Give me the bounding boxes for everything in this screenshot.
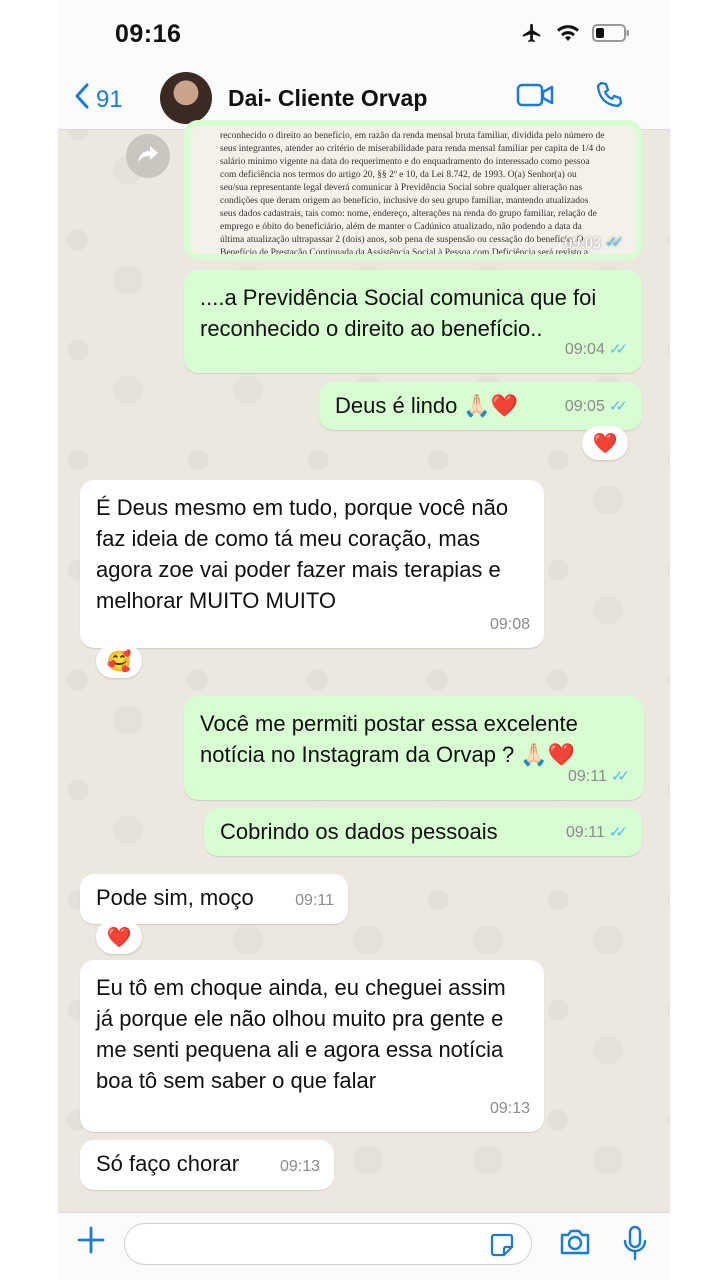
message-reaction[interactable]: ❤️ — [96, 920, 142, 954]
chevron-left-icon — [74, 82, 90, 117]
message-time: 09:13 — [279, 1158, 320, 1175]
message-text: Você me permiti postar essa excelente no… — [200, 711, 578, 767]
message-meta: 09:05 ✓✓ — [565, 391, 628, 422]
airplane-icon — [520, 22, 544, 49]
message-time: 09:11 — [566, 824, 605, 841]
message-meta: 09:13 — [490, 1093, 530, 1124]
message-meta: 09:04 ✓✓ — [565, 334, 628, 365]
incoming-message[interactable]: Eu tô em choque ainda, eu cheguei assim … — [80, 960, 544, 1132]
document-text: reconhecido o direito ao benefício, em r… — [220, 131, 606, 254]
video-call-icon[interactable] — [516, 82, 554, 113]
avatar[interactable] — [160, 72, 212, 124]
incoming-message[interactable]: Pode sim, moço 09:11 — [80, 874, 348, 924]
document-image: reconhecido o direito ao benefício, em r… — [190, 126, 636, 254]
message-meta: 09:11 ✓✓ — [568, 761, 630, 792]
header-actions — [516, 80, 624, 115]
composer-bar — [58, 1212, 670, 1280]
outgoing-message[interactable]: Deus é lindo 🙏🏻❤️ 09:05 ✓✓ — [319, 382, 642, 430]
phone-call-icon[interactable] — [594, 80, 624, 115]
message-meta: 09:11 ✓✓ — [566, 817, 628, 848]
status-time: 09:16 — [115, 20, 182, 48]
message-input[interactable] — [124, 1223, 532, 1265]
read-receipt-icon: ✓✓ — [608, 341, 628, 358]
incoming-message[interactable]: É Deus mesmo em tudo, porque você não fa… — [80, 480, 544, 648]
forward-button[interactable] — [126, 134, 170, 178]
message-time: 09:05 — [564, 398, 605, 415]
camera-icon[interactable] — [558, 1227, 592, 1262]
message-text: É Deus mesmo em tudo, porque você não fa… — [96, 495, 509, 613]
wifi-icon — [556, 23, 580, 48]
sticker-icon[interactable] — [489, 1232, 515, 1263]
message-meta: 09:11 — [295, 885, 334, 916]
outgoing-message[interactable]: ....a Previdência Social comunica que fo… — [184, 270, 642, 373]
plus-icon[interactable] — [74, 1223, 108, 1262]
microphone-icon[interactable] — [622, 1225, 648, 1266]
phone-screen: 09:16 91 Dai- Cliente Orvap reconhecido … — [58, 0, 670, 1280]
incoming-message[interactable]: Só faço chorar 09:13 — [80, 1140, 334, 1190]
read-receipt-icon: ✓✓ — [608, 824, 628, 841]
unread-count: 91 — [96, 85, 123, 113]
chat-area[interactable]: reconhecido o direito ao benefício, em r… — [58, 120, 670, 1212]
outgoing-message[interactable]: Cobrindo os dados pessoais 09:11 ✓✓ — [204, 808, 642, 856]
read-receipt-icon: ✓✓ — [610, 768, 630, 785]
outgoing-message[interactable]: Você me permiti postar essa excelente no… — [184, 696, 644, 800]
message-time: 09:11 — [568, 768, 607, 785]
message-reaction[interactable]: ❤️ — [582, 426, 628, 460]
message-time: 09:11 — [295, 892, 334, 909]
message-time: 09:13 — [489, 1100, 530, 1117]
message-meta: 09:08 — [490, 609, 530, 640]
back-button[interactable]: 91 — [74, 82, 123, 117]
read-receipt-icon: ✓✓ — [604, 235, 624, 251]
document-image-message[interactable]: reconhecido o direito ao benefício, em r… — [184, 120, 642, 260]
contact-name[interactable]: Dai- Cliente Orvap — [228, 85, 427, 112]
status-bar: 09:16 — [58, 0, 670, 68]
message-text: ....a Previdência Social comunica que fo… — [200, 285, 597, 341]
message-meta: 09:03 ✓✓ — [564, 235, 624, 252]
read-receipt-icon: ✓✓ — [608, 398, 628, 415]
message-time: 09:04 — [564, 341, 605, 358]
message-meta: 09:13 — [280, 1151, 320, 1182]
message-time: 09:08 — [489, 616, 530, 633]
forward-icon — [137, 144, 159, 169]
message-reaction[interactable]: 🥰 — [96, 644, 142, 678]
battery-icon — [592, 23, 630, 48]
message-time: 09:03 — [564, 235, 601, 252]
status-icons — [520, 22, 630, 49]
message-text: Eu tô em choque ainda, eu cheguei assim … — [96, 975, 506, 1093]
